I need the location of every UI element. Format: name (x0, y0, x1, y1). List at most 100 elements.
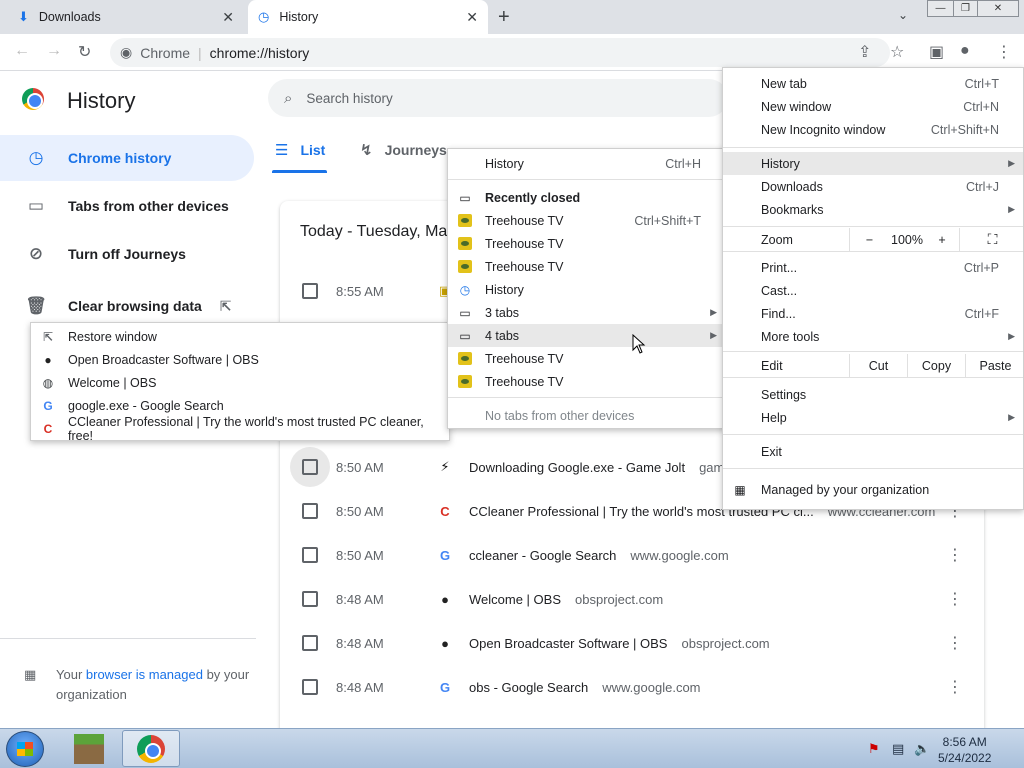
close-icon[interactable]: ✕ (466, 9, 478, 26)
row-checkbox[interactable] (302, 547, 318, 563)
menu-item-help[interactable]: Help ▶ (723, 406, 1023, 429)
menu-item-find[interactable]: Find... Ctrl+F (723, 302, 1023, 325)
profile-icon[interactable]: ● (960, 42, 970, 60)
close-window-button[interactable]: ✕ (977, 0, 1019, 17)
history-icon: ◷ (258, 9, 270, 24)
row-more-icon[interactable]: ⋮ (947, 589, 963, 609)
recently-closed-item[interactable]: Treehouse TV (448, 255, 725, 278)
row-checkbox[interactable] (302, 635, 318, 651)
history-row[interactable]: 8:48 AM ● Welcome | OBS obsproject.com ⋮ (280, 577, 984, 621)
sidebar-item-turn-off-journeys[interactable]: ⊘ Turn off Journeys (0, 231, 254, 277)
paste-button[interactable]: Paste (965, 354, 1024, 377)
recently-closed-item[interactable]: Treehouse TV (448, 232, 725, 255)
zoom-out-button[interactable]: − (849, 228, 889, 251)
ccleaner-icon: C (43, 421, 53, 436)
tab-downloads[interactable]: ⬇ Downloads ✕ (8, 0, 244, 34)
side-panel-icon[interactable]: ▣ (929, 42, 944, 62)
menu-item-restore-window[interactable]: ⇱ Restore window (31, 325, 449, 348)
menu-item-bookmarks[interactable]: Bookmarks ▶ (723, 198, 1023, 221)
recently-closed-item[interactable]: ▭ 4 tabs ▶ (448, 324, 725, 347)
menu-item-cast[interactable]: Cast... (723, 279, 1023, 302)
taskbar-chrome[interactable] (122, 730, 180, 767)
menu-item-shortcut: Ctrl+F (964, 306, 999, 321)
network-icon[interactable]: ▤ (892, 741, 904, 757)
menu-item-managed[interactable]: ▦ Managed by your organization (723, 478, 1023, 501)
menu-item-exit[interactable]: Exit (723, 440, 1023, 463)
restore-tab-item[interactable]: ◍ Welcome | OBS (31, 371, 449, 394)
history-row[interactable]: 8:48 AM Gobs - Google Search www.google.co… (280, 665, 984, 709)
menu-item-new-window[interactable]: New window Ctrl+N (723, 95, 1023, 118)
clock-date: 5/24/2022 (938, 751, 992, 765)
restore-tab-item[interactable]: ● Open Broadcaster Software | OBS (31, 348, 449, 371)
row-checkbox[interactable] (302, 459, 318, 475)
menu-item-label: Treehouse TV (485, 236, 564, 251)
tab-journeys[interactable]: ↯ Journeys (360, 141, 447, 159)
search-placeholder: Search history (306, 90, 393, 106)
row-link[interactable]: Open Broadcaster Software | OBS obsprojec… (469, 636, 770, 651)
copy-button[interactable]: Copy (907, 354, 965, 377)
star-icon[interactable]: ☆ (890, 42, 904, 62)
cut-label: Cut (868, 358, 889, 373)
sidebar-item-chrome-history[interactable]: ◷ Chrome history (0, 135, 254, 181)
row-checkbox[interactable] (302, 679, 318, 695)
chevron-down-icon[interactable]: ⌄ (898, 8, 908, 22)
history-row[interactable]: 8:50 AM Gccleaner - Google Search www.goog… (280, 533, 984, 577)
restore-button[interactable]: ❐ (953, 0, 978, 17)
row-more-icon[interactable]: ⋮ (947, 677, 963, 697)
row-link[interactable]: obs - Google Search www.google.com (469, 680, 701, 695)
menu-item-history[interactable]: History ▶ (723, 152, 1023, 175)
google-icon: G (43, 398, 53, 413)
new-tab-button[interactable]: + (498, 6, 510, 29)
forward-icon[interactable]: → (46, 42, 62, 60)
recently-closed-item[interactable]: ◷ History (448, 278, 725, 301)
volume-icon[interactable]: 🔈 (914, 741, 930, 757)
row-more-icon[interactable]: ⋮ (947, 633, 963, 653)
restore-window-submenu: ⇱ Restore window ● Open Broadcaster Softwar… (30, 322, 450, 443)
menu-item-settings[interactable]: Settings (723, 383, 1023, 406)
action-center-icon[interactable]: ⚑ (868, 741, 880, 757)
menu-item-label: Exit (761, 444, 782, 459)
close-icon[interactable]: ✕ (222, 9, 234, 26)
row-checkbox[interactable] (302, 591, 318, 607)
minimize-button[interactable]: — (927, 0, 954, 17)
tab-list[interactable]: ☰ List (271, 141, 328, 173)
row-link[interactable]: Welcome | OBS obsproject.com (469, 592, 663, 607)
restore-tab-item[interactable]: C CCleaner Professional | Try the world's… (31, 415, 449, 443)
menu-item-history[interactable]: History Ctrl+H (448, 152, 725, 175)
menu-row-edit: Edit Cut Copy Paste (723, 354, 1023, 377)
taskbar-minecraft[interactable] (60, 730, 118, 767)
globe-icon: ◍ (42, 375, 54, 390)
row-link[interactable]: ccleaner - Google Search www.google.com (469, 548, 729, 563)
reload-icon[interactable]: ↻ (78, 42, 91, 62)
address-bar[interactable]: ◉ Chrome | chrome://history (110, 38, 890, 67)
recently-closed-item[interactable]: Treehouse TV Ctrl+Shift+T (448, 209, 725, 232)
menu-separator (723, 351, 1023, 352)
zoom-in-button[interactable]: + (925, 228, 959, 251)
managed-link[interactable]: browser is managed (86, 667, 203, 682)
recently-closed-item[interactable]: Treehouse TV (448, 370, 725, 393)
back-icon[interactable]: ← (14, 42, 30, 60)
row-checkbox[interactable] (302, 283, 318, 299)
menu-item-print[interactable]: Print... Ctrl+P (723, 256, 1023, 279)
menu-item-new-tab[interactable]: New tab Ctrl+T (723, 72, 1023, 95)
row-more-icon[interactable]: ⋮ (947, 545, 963, 565)
menu-item-more-tools[interactable]: More tools ▶ (723, 325, 1023, 348)
recently-closed-item[interactable]: Treehouse TV (448, 347, 725, 370)
cut-button[interactable]: Cut (849, 354, 907, 377)
menu-item-new-incognito[interactable]: New Incognito window Ctrl+Shift+N (723, 118, 1023, 141)
menu-item-downloads[interactable]: Downloads Ctrl+J (723, 175, 1023, 198)
search-icon: ⌕ (284, 89, 293, 107)
row-checkbox[interactable] (302, 503, 318, 519)
fullscreen-button[interactable]: ⛶ (959, 228, 1024, 251)
omnibox-url: chrome://history (209, 44, 310, 61)
search-input[interactable]: ⌕ Search history (268, 79, 728, 117)
history-row[interactable]: 8:48 AM ● Open Broadcaster Software | OBS o… (280, 621, 984, 665)
sidebar-item-other-devices[interactable]: ▭ Tabs from other devices (0, 183, 254, 229)
share-icon[interactable]: ⇪ (858, 42, 871, 62)
recently-closed-item[interactable]: ▭ 3 tabs ▶ (448, 301, 725, 324)
start-button[interactable] (6, 731, 44, 767)
clock[interactable]: 8:56 AM 5/24/2022 (938, 734, 991, 766)
more-menu-icon[interactable]: ⋮ (996, 42, 1012, 62)
mouse-cursor-icon (632, 334, 646, 354)
tab-history[interactable]: ◷ History ✕ (248, 0, 488, 34)
